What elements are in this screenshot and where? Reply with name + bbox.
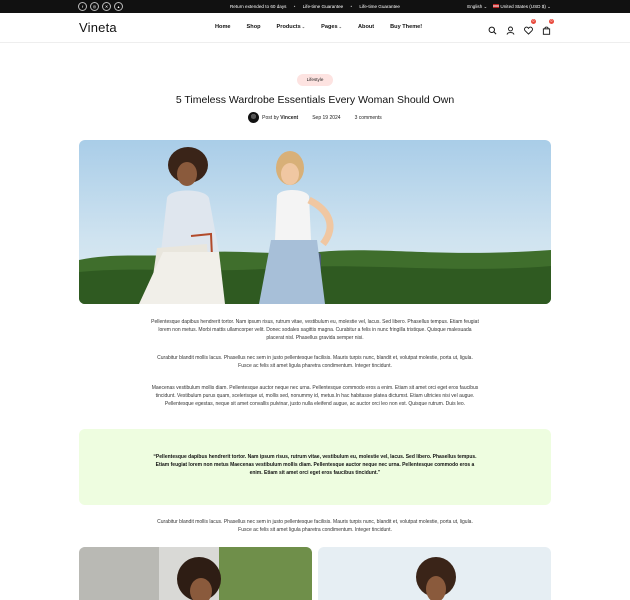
chevron-down-icon: ⌄ [547, 3, 551, 9]
nav-item-buy-theme[interactable]: Buy Theme! [390, 24, 422, 30]
announcement-message: Return extended to 60 days [229, 3, 287, 9]
quote-text: “Pellentesque dapibus hendrerit tortor. … [153, 454, 477, 476]
author-info: Post by Vincent [248, 112, 298, 123]
announcement-message: Life-time Guarantee [302, 3, 344, 9]
article-image [79, 547, 312, 600]
nav-label: About [357, 24, 375, 30]
nav-label: Home [215, 24, 231, 30]
nav-item-shop[interactable]: Shop [247, 24, 261, 30]
site-header: Vineta Home Shop Products⌄ Pages⌄ About … [0, 13, 630, 43]
cart-icon [542, 26, 551, 35]
post-date: Sep 19 2024 [312, 114, 341, 121]
nav-label: Buy Theme! [390, 24, 423, 30]
nav-label: Products [276, 24, 301, 30]
nav-item-home[interactable]: Home [215, 24, 231, 30]
article-meta: Post by Vincent Sep 19 2024 3 comments [0, 112, 630, 123]
us-flag-icon [493, 4, 500, 9]
article-paragraph: Curabitur blandit mollis lacus. Phasellu… [157, 519, 473, 533]
search-icon[interactable] [488, 22, 497, 35]
category-tag[interactable]: Lifestyle [297, 74, 333, 86]
author-prefix: Post by [262, 114, 279, 121]
chevron-down-icon: ⌄ [338, 24, 342, 29]
announcement-message: Life-time Guarantee [359, 3, 400, 9]
currency-selector[interactable]: United States (USD $) ⌄ [493, 4, 551, 10]
currency-label: United States (USD $) [500, 3, 546, 9]
article-paragraph: Curabitur blandit mollis lacus. Phasellu… [157, 355, 473, 369]
comments-count[interactable]: 3 comments [355, 115, 382, 121]
nav-item-about[interactable]: About [358, 24, 374, 30]
article-photo [318, 547, 551, 600]
logo[interactable]: Vineta [79, 20, 117, 35]
wishlist-button[interactable]: 0 [524, 19, 536, 35]
header-actions: 0 0 [488, 19, 554, 35]
avatar [248, 112, 260, 123]
hero-image [79, 140, 551, 304]
language-label: English [467, 3, 483, 9]
separator-dot: • [350, 3, 353, 9]
main-nav: Home Shop Products⌄ Pages⌄ About Buy The… [215, 24, 422, 30]
chevron-down-icon: ⌄ [483, 3, 488, 9]
author-name[interactable]: Vincent [280, 115, 298, 121]
article-paragraph: Pellentesque dapibus hendrerit tortor. N… [151, 319, 479, 341]
cart-button[interactable]: 0 [542, 19, 554, 35]
nav-item-products[interactable]: Products⌄ [277, 24, 306, 30]
article-photo [79, 547, 312, 600]
article-image [318, 547, 551, 600]
heart-icon [524, 26, 533, 35]
cart-count-badge: 0 [549, 19, 554, 24]
nav-item-pages[interactable]: Pages⌄ [321, 24, 342, 30]
hero-photo [79, 147, 551, 304]
separator-dot: • [293, 3, 296, 9]
wishlist-count-badge: 0 [531, 19, 536, 24]
nav-label: Shop [246, 24, 261, 30]
article-paragraph: Maecenas vestibulum mollis diam. Pellent… [151, 385, 479, 407]
blockquote: “Pellentesque dapibus hendrerit tortor. … [79, 429, 551, 505]
chevron-down-icon: ⌄ [301, 24, 306, 29]
announcement-bar: f ◎ ✕ ▴ Return extended to 60 days • Lif… [0, 0, 630, 13]
article-title: 5 Timeless Wardrobe Essentials Every Wom… [175, 94, 455, 106]
user-icon[interactable] [506, 22, 515, 35]
nav-label: Pages [321, 24, 338, 30]
language-selector[interactable]: English ⌄ [467, 4, 487, 10]
